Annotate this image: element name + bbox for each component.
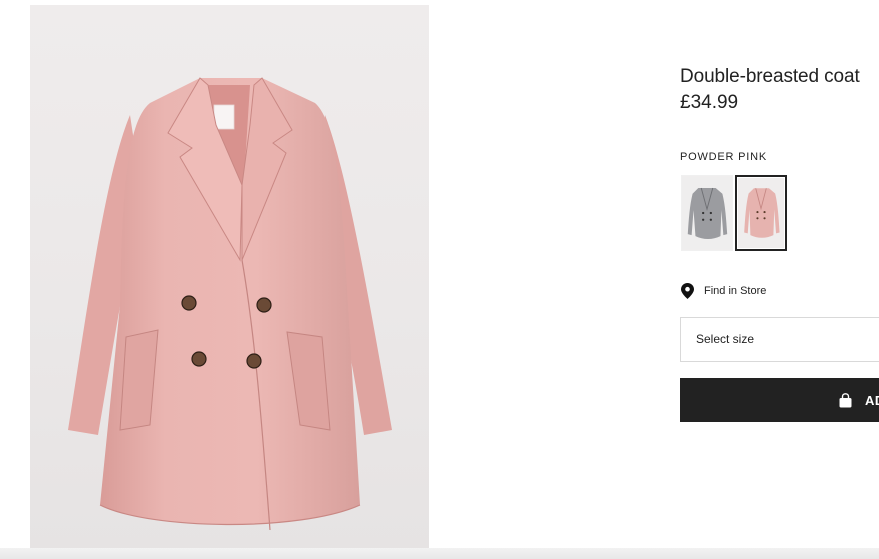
horizontal-scrollbar[interactable] (0, 548, 879, 559)
selected-color-label: POWDER PINK (680, 151, 768, 163)
map-pin-icon (681, 283, 694, 299)
find-in-store-link[interactable]: Find in Store (681, 283, 766, 299)
product-price: £34.99 (680, 92, 739, 113)
product-page: Double-breasted coat £34.99 POWDER PINK (0, 0, 879, 559)
size-select[interactable]: Select size (680, 317, 879, 362)
product-title: Double-breasted coat (680, 66, 860, 87)
shopping-bag-icon (839, 392, 852, 407)
find-in-store-label: Find in Store (704, 285, 767, 297)
color-swatch-grey[interactable] (681, 175, 733, 251)
add-to-bag-label: AD (865, 392, 879, 408)
product-image[interactable] (30, 5, 429, 550)
color-swatch-powder-pink[interactable] (735, 175, 787, 251)
size-select-placeholder: Select size (696, 332, 755, 346)
coat-illustration (68, 77, 392, 531)
pink-coat-thumbnail (738, 179, 784, 247)
add-to-bag-button[interactable]: AD (680, 378, 879, 422)
grey-coat-thumbnail (682, 176, 732, 250)
